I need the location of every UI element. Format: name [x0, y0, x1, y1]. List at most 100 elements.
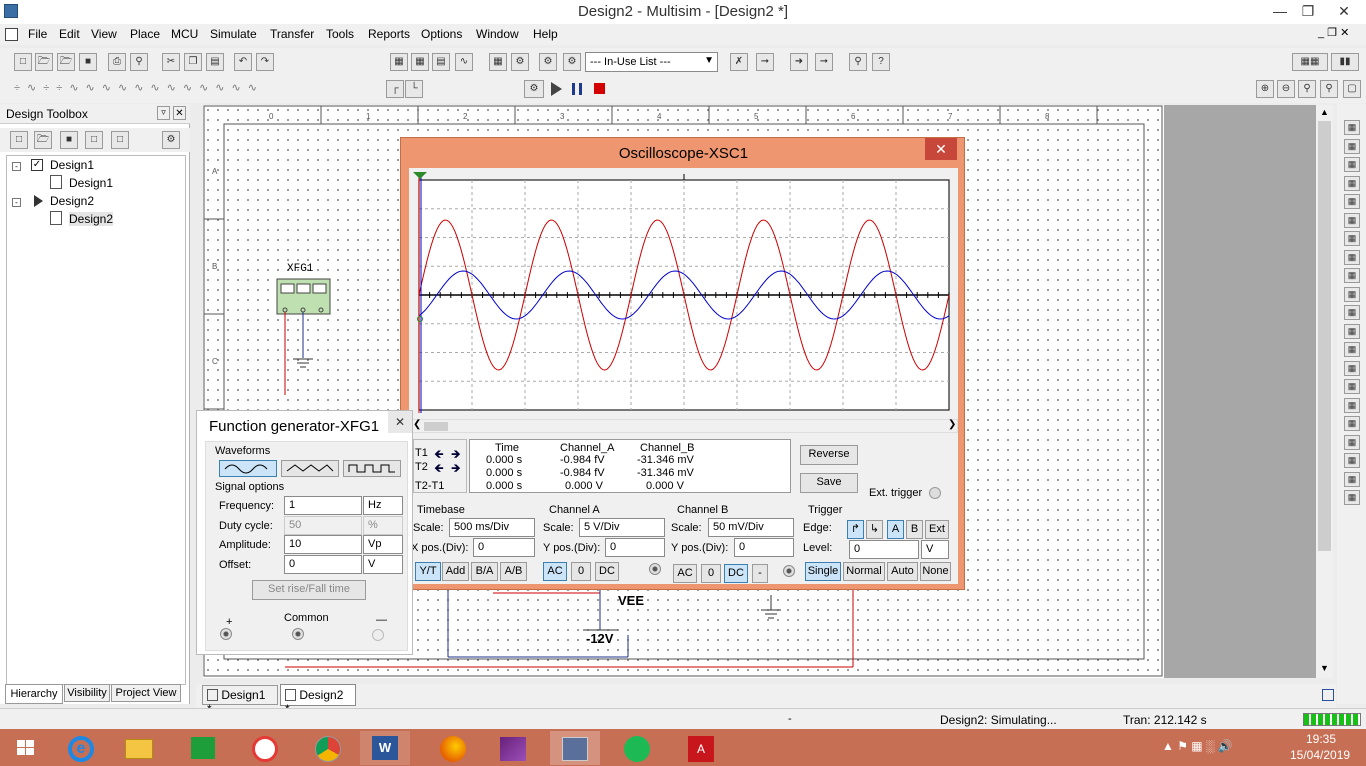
tab-hierarchy[interactable]: Hierarchy: [5, 684, 63, 704]
scroll-up-icon[interactable]: ▲: [1320, 107, 1329, 117]
bus-icon[interactable]: └: [405, 80, 423, 98]
tab-design2[interactable]: Design2 *: [280, 684, 356, 716]
document-icon[interactable]: [5, 28, 18, 41]
amplitude-unit[interactable]: Vp: [363, 535, 403, 554]
menu-options[interactable]: Options: [421, 27, 462, 41]
in-use-list-select[interactable]: --- In-Use List --- ▼: [585, 52, 718, 72]
channel-b-ypos-field[interactable]: 0: [734, 538, 794, 557]
close-icon[interactable]: ✕: [388, 411, 412, 433]
logic-analyzer-icon[interactable]: ▦: [1344, 286, 1360, 302]
file-explorer-icon[interactable]: [114, 731, 164, 765]
distortion-analyzer-icon[interactable]: ▦: [1344, 323, 1360, 339]
agilent-generator-icon[interactable]: ▦: [1344, 379, 1360, 394]
vertical-scrollbar[interactable]: ▲ ▼: [1316, 105, 1333, 678]
undo-icon[interactable]: ↶: [234, 53, 252, 71]
chrome-icon[interactable]: [303, 731, 353, 765]
visual-studio-icon[interactable]: [488, 731, 538, 765]
scroll-thumb[interactable]: [1318, 121, 1331, 551]
save-design-icon[interactable]: ■: [60, 131, 78, 149]
component-icons[interactable]: ÷∿÷÷∿∿∿∿∿∿∿∿∿∿∿∿: [14, 81, 264, 94]
pause-icon[interactable]: [572, 83, 582, 95]
design-settings-icon[interactable]: ⚙: [162, 131, 180, 149]
zoom-in-icon[interactable]: ⊕: [1256, 80, 1274, 98]
spreadsheet-icon[interactable]: ▦: [411, 53, 429, 71]
menu-window[interactable]: Window: [476, 27, 519, 41]
display-scroll-thumb[interactable]: [424, 422, 448, 431]
menu-view[interactable]: View: [91, 27, 117, 41]
minus-terminal[interactable]: [372, 629, 384, 641]
trigger-none-button[interactable]: None: [920, 562, 951, 581]
database-icon[interactable]: ▤: [432, 53, 450, 71]
simulation-switch-icon[interactable]: ⚙: [524, 80, 544, 98]
acrobat-icon[interactable]: A: [676, 731, 726, 765]
save-icon[interactable]: ■: [79, 53, 97, 71]
channel-a-ypos-field[interactable]: 0: [605, 538, 665, 557]
display-scrollbar[interactable]: ❮ ❯: [409, 419, 958, 433]
timebase-scale-field[interactable]: 500 ms/Div: [449, 518, 535, 537]
menu-file[interactable]: File: [28, 27, 47, 41]
toolbox-pin-icon[interactable]: ▿: [157, 106, 170, 120]
menu-transfer[interactable]: Transfer: [270, 27, 314, 41]
trigger-single-button[interactable]: Single: [805, 562, 841, 581]
tree-item-design1-sheet[interactable]: Design1: [69, 176, 113, 190]
rising-edge-icon[interactable]: ↱: [847, 520, 864, 539]
square-wave-button[interactable]: [343, 460, 401, 477]
labview-icon[interactable]: ▦: [1344, 490, 1360, 505]
spreadsheet-toggle-icon[interactable]: [1322, 689, 1334, 701]
logic-converter-icon[interactable]: ▦: [1344, 268, 1360, 283]
scroll-right-icon[interactable]: ❯: [948, 419, 956, 430]
save-button[interactable]: Save: [800, 473, 858, 493]
tree-item-design2[interactable]: Design2: [50, 194, 94, 208]
spotify-icon[interactable]: [612, 731, 662, 765]
toolbox-close-icon[interactable]: ✕: [173, 106, 186, 120]
tray-icons[interactable]: ▲ ⚑ ▦ ░ 🔊: [1162, 739, 1233, 753]
trigger-source-ext-button[interactable]: Ext: [925, 520, 949, 539]
erc-icon[interactable]: ✗: [730, 53, 748, 71]
channel-b-scale-field[interactable]: 50 mV/Div: [708, 518, 794, 537]
wattmeter-icon[interactable]: ▦: [1344, 157, 1360, 172]
current-probe-icon[interactable]: ▦: [1344, 471, 1360, 487]
close-window-button[interactable]: ✕: [1322, 0, 1366, 22]
grapher-icon[interactable]: ∿: [455, 53, 473, 71]
electrical-rules-icon[interactable]: ⚙: [539, 53, 557, 71]
word-generator-icon[interactable]: ▦: [1344, 249, 1360, 265]
collapse-icon[interactable]: -: [12, 162, 21, 171]
mdi-controls[interactable]: _ ❐ ✕: [1318, 26, 1349, 39]
paste-icon[interactable]: ▤: [206, 53, 224, 71]
channel-b-invert-button[interactable]: -: [752, 564, 768, 583]
multimeter-icon[interactable]: ▦: [1344, 120, 1360, 135]
network-analyzer-icon[interactable]: ▦: [1344, 360, 1360, 376]
zoom-fit-icon[interactable]: ⚲: [1320, 80, 1338, 98]
open-icon[interactable]: 🗁: [35, 53, 53, 71]
channel-a-ac-button[interactable]: AC: [543, 562, 567, 581]
restore-button[interactable]: ❐: [1290, 0, 1326, 22]
copy-icon[interactable]: ❐: [184, 53, 202, 71]
oscilloscope-display[interactable]: [409, 168, 958, 420]
help-icon[interactable]: ?: [872, 53, 890, 71]
channel-a-scale-field[interactable]: 5 V/Div: [579, 518, 665, 537]
oscilloscope-icon[interactable]: ▦: [1344, 175, 1360, 191]
offset-field[interactable]: 0: [284, 555, 362, 574]
iv-analyzer-icon[interactable]: ▦: [1344, 305, 1360, 320]
t2-left-arrow-icon[interactable]: 🡸: [434, 459, 444, 480]
internet-explorer-icon[interactable]: e: [56, 731, 106, 765]
component-wizard-icon[interactable]: ⚙: [511, 53, 529, 71]
channel-a-dc-button[interactable]: DC: [595, 562, 619, 581]
tektronix-scope-icon[interactable]: ▦: [1344, 434, 1360, 450]
reverse-button[interactable]: Reverse: [800, 445, 858, 465]
tab-design1[interactable]: Design1 *: [202, 685, 278, 716]
trigger-level-field[interactable]: 0: [849, 540, 919, 559]
backannotate-icon[interactable]: ➜: [790, 53, 808, 71]
trigger-normal-button[interactable]: Normal: [843, 562, 885, 581]
channel-b-zero-button[interactable]: 0: [701, 564, 721, 583]
channel-a-terminal[interactable]: [649, 563, 661, 575]
common-terminal[interactable]: [292, 628, 304, 640]
frequency-unit[interactable]: Hz: [363, 496, 403, 515]
forward-annotate-icon[interactable]: ➞: [815, 53, 833, 71]
plus-terminal[interactable]: [220, 628, 232, 640]
zoom-out-icon[interactable]: ⊖: [1277, 80, 1295, 98]
postprocessor-icon[interactable]: ▦: [489, 53, 507, 71]
store-icon[interactable]: [178, 731, 228, 765]
menu-simulate[interactable]: Simulate: [210, 27, 257, 41]
t2-right-arrow-icon[interactable]: 🡺: [451, 459, 461, 480]
